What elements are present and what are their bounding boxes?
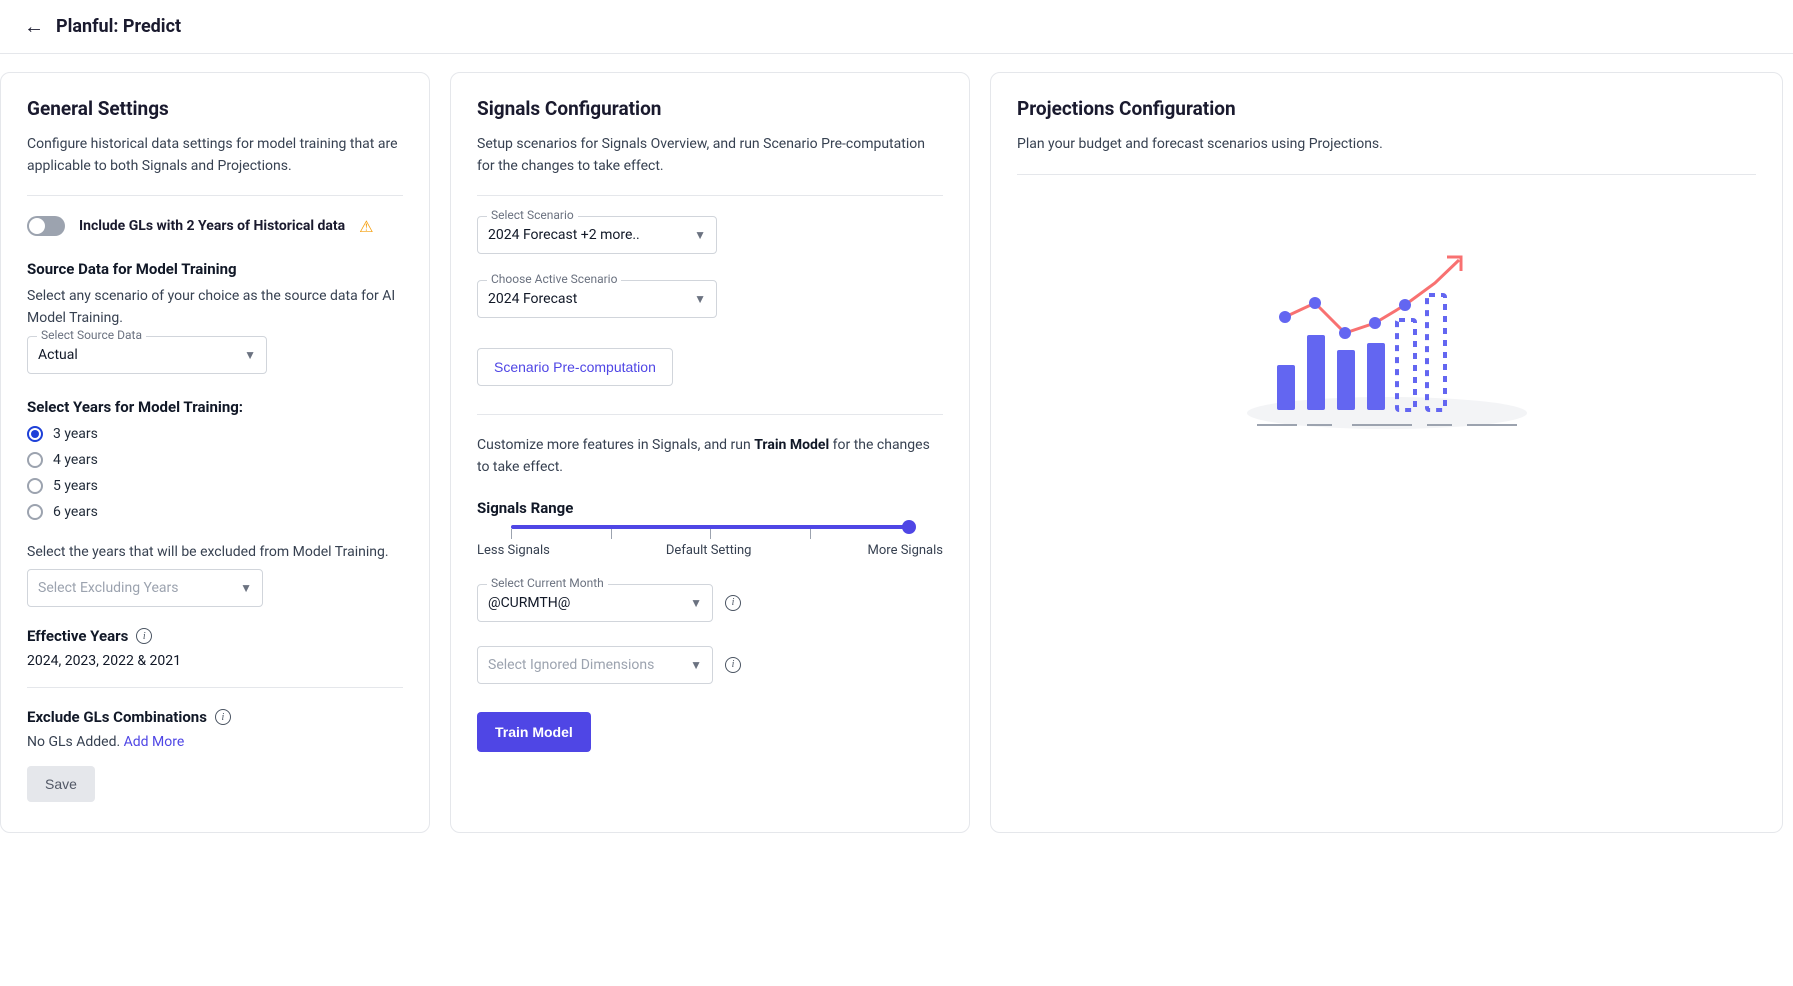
source-data-select-label: Select Source Data [37,328,146,342]
effective-years-label: Effective Years [27,627,128,645]
radio-icon [27,452,43,468]
signals-desc: Setup scenarios for Signals Overview, an… [477,134,943,177]
chevron-down-icon: ▼ [244,348,256,362]
signals-range-slider-wrap: Less Signals Default Setting More Signal… [477,525,943,558]
info-icon[interactable]: i [215,709,231,725]
years-radio-3[interactable]: 3 years [27,426,403,442]
projections-config-panel: Projections Configuration Plan your budg… [990,72,1783,833]
top-bar: ← Planful: Predict [0,0,1793,54]
radio-icon [27,504,43,520]
slider-label-default: Default Setting [666,543,752,558]
divider [477,414,943,415]
signals-range-track-wrap [477,525,943,529]
exclude-years-desc: Select the years that will be excluded f… [27,542,403,564]
chevron-down-icon: ▼ [240,581,252,595]
current-month-value: @CURMTH@ [488,595,570,611]
chart-illustration-icon [1237,235,1537,435]
slider-thumb[interactable] [902,520,916,534]
warning-icon: ⚠ [359,217,373,236]
exclude-years-select-field: Select Excluding Years ▼ [27,569,263,607]
exclude-gls-title: Exclude GLs Combinations [27,708,207,726]
active-scenario-label: Choose Active Scenario [487,272,621,286]
current-month-row: Select Current Month @CURMTH@ ▼ i [477,584,943,622]
info-icon[interactable]: i [136,628,152,644]
page-title: Planful: Predict [56,16,181,37]
add-more-link[interactable]: Add More [124,734,185,750]
active-scenario-value: 2024 Forecast [488,291,577,307]
divider [27,195,403,196]
chevron-down-icon: ▼ [690,658,702,672]
signals-desc-2: Customize more features in Signals, and … [477,435,943,478]
back-arrow-icon[interactable]: ← [24,14,44,39]
source-data-desc: Select any scenario of your choice as th… [27,286,403,329]
chevron-down-icon: ▼ [694,228,706,242]
slider-label-more: More Signals [868,543,943,558]
years-radio-3-label: 3 years [53,426,98,442]
projections-title: Projections Configuration [1017,97,1756,120]
select-scenario-field: Select Scenario 2024 Forecast +2 more.. … [477,216,717,254]
include-gls-toggle[interactable] [27,216,65,236]
divider [1017,174,1756,175]
radio-icon [27,478,43,494]
scenario-precomputation-button[interactable]: Scenario Pre-computation [477,348,673,386]
ignored-dim-field: Select Ignored Dimensions ▼ [477,646,713,684]
select-scenario-label: Select Scenario [487,208,578,222]
years-radio-4-label: 4 years [53,452,98,468]
projections-desc: Plan your budget and forecast scenarios … [1017,134,1756,156]
chevron-down-icon: ▼ [694,292,706,306]
include-gls-label: Include GLs with 2 Years of Historical d… [79,218,345,234]
slider-label-less: Less Signals [477,543,550,558]
signals-range-slider[interactable] [511,525,909,529]
years-radio-4[interactable]: 4 years [27,452,403,468]
general-settings-panel: General Settings Configure historical da… [0,72,430,833]
effective-years-row: Effective Years i [27,627,403,645]
include-gls-toggle-row: Include GLs with 2 Years of Historical d… [27,216,403,236]
train-model-button[interactable]: Train Model [477,712,591,752]
signals-range-title: Signals Range [477,499,943,517]
slider-tick [710,529,711,539]
slider-tick [511,529,512,539]
radio-icon [27,426,43,442]
signals-desc-2-pre: Customize more features in Signals, and … [477,437,754,453]
slider-tick [611,529,612,539]
years-radio-5-label: 5 years [53,478,98,494]
ignored-dim-placeholder: Select Ignored Dimensions [488,657,654,673]
years-radio-group: 3 years 4 years 5 years 6 years [27,426,403,520]
content: General Settings Configure historical da… [0,54,1793,863]
info-icon[interactable]: i [725,595,741,611]
years-radio-5[interactable]: 5 years [27,478,403,494]
source-data-select-field: Select Source Data Actual ▼ [27,336,267,374]
years-radio-6[interactable]: 6 years [27,504,403,520]
exclude-gls-none-row: No GLs Added. Add More [27,734,403,750]
general-settings-desc: Configure historical data settings for m… [27,134,403,177]
signals-desc-2-bold: Train Model [754,437,829,453]
general-settings-title: General Settings [27,97,403,120]
select-years-title: Select Years for Model Training: [27,398,403,416]
source-data-title: Source Data for Model Training [27,260,403,278]
projections-illustration [1017,235,1756,435]
slider-labels: Less Signals Default Setting More Signal… [477,543,943,558]
exclude-gls-title-row: Exclude GLs Combinations i [27,708,403,726]
exclude-gls-none: No GLs Added. [27,734,120,750]
active-scenario-field: Choose Active Scenario 2024 Forecast ▼ [477,280,717,318]
exclude-years-placeholder: Select Excluding Years [38,580,179,596]
chevron-down-icon: ▼ [690,596,702,610]
slider-tick [810,529,811,539]
signals-config-panel: Signals Configuration Setup scenarios fo… [450,72,970,833]
source-data-select-value: Actual [38,347,78,363]
exclude-years-select[interactable]: Select Excluding Years ▼ [27,569,263,607]
select-scenario-value: 2024 Forecast +2 more.. [488,227,640,243]
ignored-dim-row: Select Ignored Dimensions ▼ i [477,646,943,684]
divider [27,687,403,688]
info-icon[interactable]: i [725,657,741,673]
years-radio-6-label: 6 years [53,504,98,520]
current-month-label: Select Current Month [487,576,608,590]
save-button[interactable]: Save [27,766,95,802]
ignored-dim-select[interactable]: Select Ignored Dimensions ▼ [477,646,713,684]
signals-title: Signals Configuration [477,97,943,120]
current-month-field: Select Current Month @CURMTH@ ▼ [477,584,713,622]
effective-years-value: 2024, 2023, 2022 & 2021 [27,653,403,669]
divider [477,195,943,196]
